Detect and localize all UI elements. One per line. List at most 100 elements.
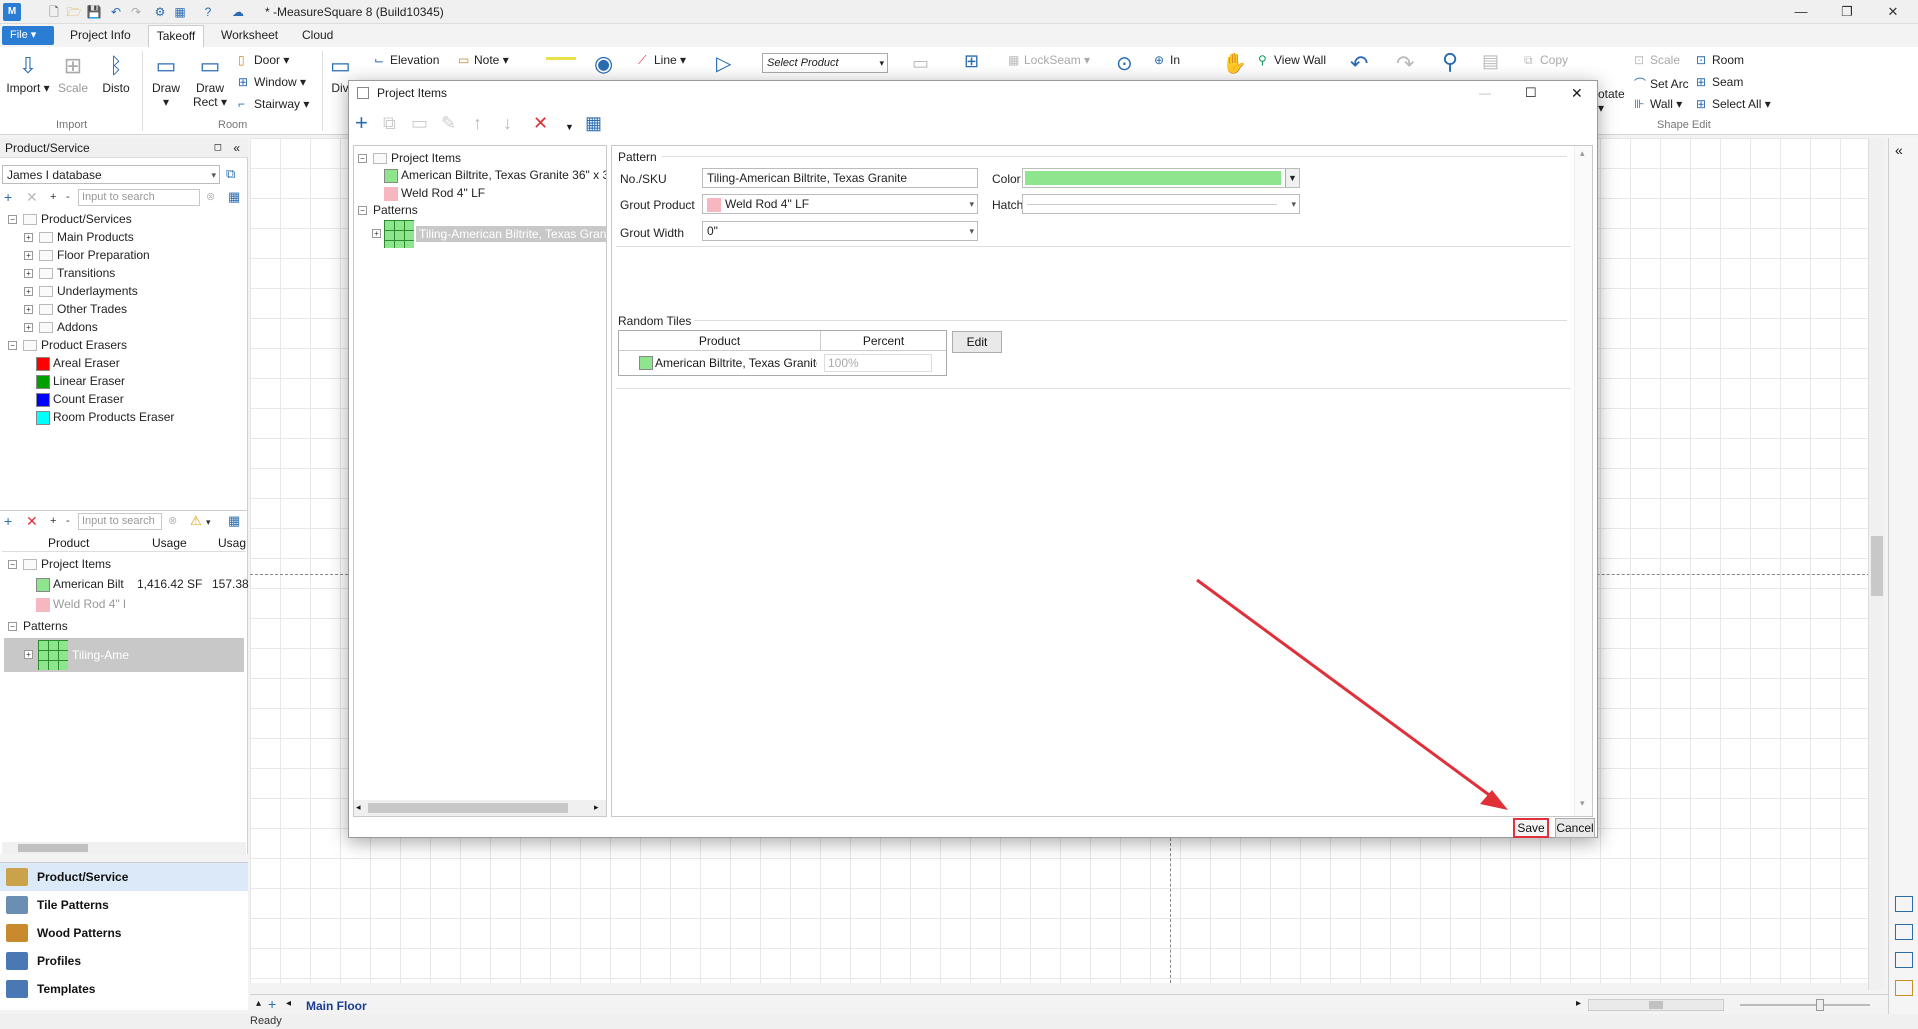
database-select[interactable]: James I database ▾ (2, 165, 220, 184)
disto-button[interactable]: ᛒ Disto (96, 53, 136, 95)
room-button[interactable]: ⊡ Room (1696, 53, 1744, 67)
fit-icon[interactable] (1895, 952, 1913, 968)
collapse-usage-icon[interactable]: - (66, 513, 70, 529)
dialog-minimize-icon[interactable]: — (1479, 81, 1491, 105)
expand-usage-icon[interactable]: + (50, 513, 56, 529)
close-icon[interactable]: ✕ (1876, 2, 1910, 22)
settings-gear-icon[interactable]: ⚙ (152, 4, 168, 20)
dialog-close-icon[interactable]: ✕ (1571, 81, 1583, 105)
minimize-icon[interactable]: — (1784, 2, 1818, 22)
edit-item-icon[interactable]: ✎ (441, 113, 456, 133)
file-menu-button[interactable]: File ▾ (2, 26, 54, 45)
search-icon[interactable]: ⚲ (1442, 49, 1458, 75)
nav-wood-patterns[interactable]: Wood Patterns (0, 919, 248, 947)
product-search-input[interactable]: Input to search (78, 189, 200, 206)
floor-scroll-up-icon[interactable]: ▴ (256, 998, 261, 1009)
select-all-button[interactable]: ⊞ Select All ▾ (1696, 97, 1771, 111)
horizontal-scrollbar[interactable] (1588, 999, 1724, 1011)
usage-row[interactable]: Weld Rod 4" l (36, 596, 126, 612)
line-color-swatch[interactable] (546, 57, 576, 60)
nav-templates[interactable]: Templates (0, 975, 248, 1003)
delete-usage-icon[interactable]: ✕ (26, 513, 38, 529)
record-icon[interactable]: ◉ (594, 51, 613, 77)
draw-rect-button[interactable]: ▭ Draw Rect ▾ (188, 53, 232, 109)
tree-item-room-products-eraser[interactable]: Room Products Eraser (36, 409, 174, 425)
warning-dropdown-icon[interactable]: ▾ (206, 514, 211, 530)
add-item-icon[interactable]: + (355, 112, 368, 134)
rotate-button[interactable]: otate ▾ (1598, 87, 1625, 115)
clear-usage-search-icon[interactable]: ⊗ (168, 513, 177, 529)
pointer-icon[interactable]: ▷ (716, 51, 731, 76)
line-button[interactable]: ⟋ Line ▾ (638, 53, 686, 68)
tree-item-addons[interactable]: + Addons (24, 319, 98, 335)
database-sync-icon[interactable]: ⧉ (226, 166, 235, 182)
import-button[interactable]: ⇩ Import ▾ (6, 53, 50, 95)
open-folder-icon[interactable]: 🗁 (66, 4, 82, 20)
copy-item-icon[interactable]: ⧉ (383, 113, 396, 133)
dialog-tree-item[interactable]: Weld Rod 4" LF (384, 185, 485, 201)
edit-random-tiles-button[interactable]: Edit (952, 331, 1002, 353)
view-wall-button[interactable]: ⚲ View Wall (1258, 53, 1326, 67)
door-button[interactable]: ▯ Door ▾ (238, 53, 289, 67)
usage-col-product[interactable]: Product (48, 536, 89, 550)
split-icon[interactable]: ▭ (912, 53, 929, 74)
tab-worksheet[interactable]: Worksheet (221, 28, 278, 42)
tree-item-underlayments[interactable]: + Underlayments (24, 283, 138, 299)
zoom-slider[interactable] (1740, 999, 1870, 1011)
grout-product-select[interactable]: Weld Rod 4" LF ▾ (702, 194, 978, 214)
nav-tile-patterns[interactable]: Tile Patterns (0, 891, 248, 919)
delete-dropdown-icon[interactable]: ▼ (565, 117, 574, 137)
tree-item-product-erasers[interactable]: − Product Erasers (8, 337, 127, 353)
tree-item-other-trades[interactable]: + Other Trades (24, 301, 127, 317)
floor-next-icon[interactable]: ▸ (1576, 998, 1581, 1009)
col-product[interactable]: Product (619, 331, 821, 351)
move-up-icon[interactable]: ↑ (473, 113, 482, 133)
add-region-icon[interactable]: ⊞ (964, 51, 979, 72)
divide-button[interactable]: ▭ Div (330, 53, 351, 95)
note-button[interactable]: ▭ Note ▾ (458, 53, 509, 67)
usage-grid-icon[interactable]: ▦ (228, 513, 240, 529)
expand-all-icon[interactable]: + (50, 189, 56, 205)
tree-item-main-products[interactable]: + Main Products (24, 229, 134, 245)
help-icon[interactable]: ? (200, 4, 216, 20)
tree-item-areal-eraser[interactable]: Areal Eraser (36, 355, 120, 371)
grid-icon[interactable]: ▦ (585, 113, 602, 133)
undo-large-icon[interactable]: ↶ (1350, 51, 1368, 77)
seam-button[interactable]: ⊞ Seam (1696, 75, 1743, 89)
usage-row[interactable]: American Bilt 1,416.42 SF 157.38 (36, 576, 249, 592)
undo-icon[interactable]: ↶ (108, 4, 124, 20)
floor-tab-main[interactable]: Main Floor (306, 999, 367, 1013)
usage-pattern-row[interactable]: + Tiling-Ame (4, 638, 244, 672)
usage-col-usage2[interactable]: Usag (218, 536, 246, 550)
redo-icon[interactable]: ↷ (128, 4, 144, 20)
tab-cloud[interactable]: Cloud (302, 28, 333, 42)
warning-icon[interactable]: ⚠ (190, 513, 202, 529)
pan-hand-icon[interactable]: ✋ (1222, 51, 1247, 76)
float-panel-icon[interactable]: ◻ (214, 138, 222, 158)
redo-large-icon[interactable]: ↷ (1396, 51, 1414, 77)
dialog-tree-patterns[interactable]: − Patterns (358, 202, 418, 218)
color-dropdown-icon[interactable]: ▼ (1285, 169, 1299, 187)
lockseam-button[interactable]: ▦ LockSeam ▾ (1008, 53, 1090, 67)
random-tile-row[interactable]: American Biltrite, Texas Granite 100% (619, 352, 946, 374)
tree-item-floor-preparation[interactable]: + Floor Preparation (24, 247, 150, 263)
dialog-tree-item[interactable]: American Biltrite, Texas Granite 36" x 3… (384, 167, 606, 183)
cancel-button[interactable]: Cancel (1555, 818, 1595, 838)
elevation-button[interactable]: ⌙ Elevation (374, 53, 439, 67)
dialog-tree-scrollbar[interactable]: ◂ ▸ (354, 800, 606, 816)
sku-field[interactable]: Tiling-American Biltrite, Texas Granite (702, 168, 978, 188)
collapse-panel-icon[interactable]: « (233, 138, 240, 158)
draw-button[interactable]: ▭ Draw ▾ (146, 53, 186, 109)
tab-takeoff[interactable]: Takeoff (148, 25, 204, 47)
wall-button[interactable]: ⊪ Wall ▾ (1634, 97, 1682, 111)
play-icon[interactable] (1895, 924, 1913, 940)
copy-button[interactable]: ⧉ Copy (1524, 53, 1568, 68)
add-usage-icon[interactable]: + (4, 513, 12, 529)
select-product-dropdown[interactable]: Select Product ▾ (762, 53, 888, 73)
calculator-icon[interactable]: ▦ (172, 4, 188, 20)
delete-product-icon[interactable]: ✕ (26, 189, 38, 205)
add-product-icon[interactable]: + (4, 189, 12, 205)
dialog-tree-pattern-item[interactable]: + Tiling-American Biltrite, Texas Granit… (372, 218, 606, 250)
nav-profiles[interactable]: Profiles (0, 947, 248, 975)
new-file-icon[interactable]: 🗋 (46, 4, 62, 20)
